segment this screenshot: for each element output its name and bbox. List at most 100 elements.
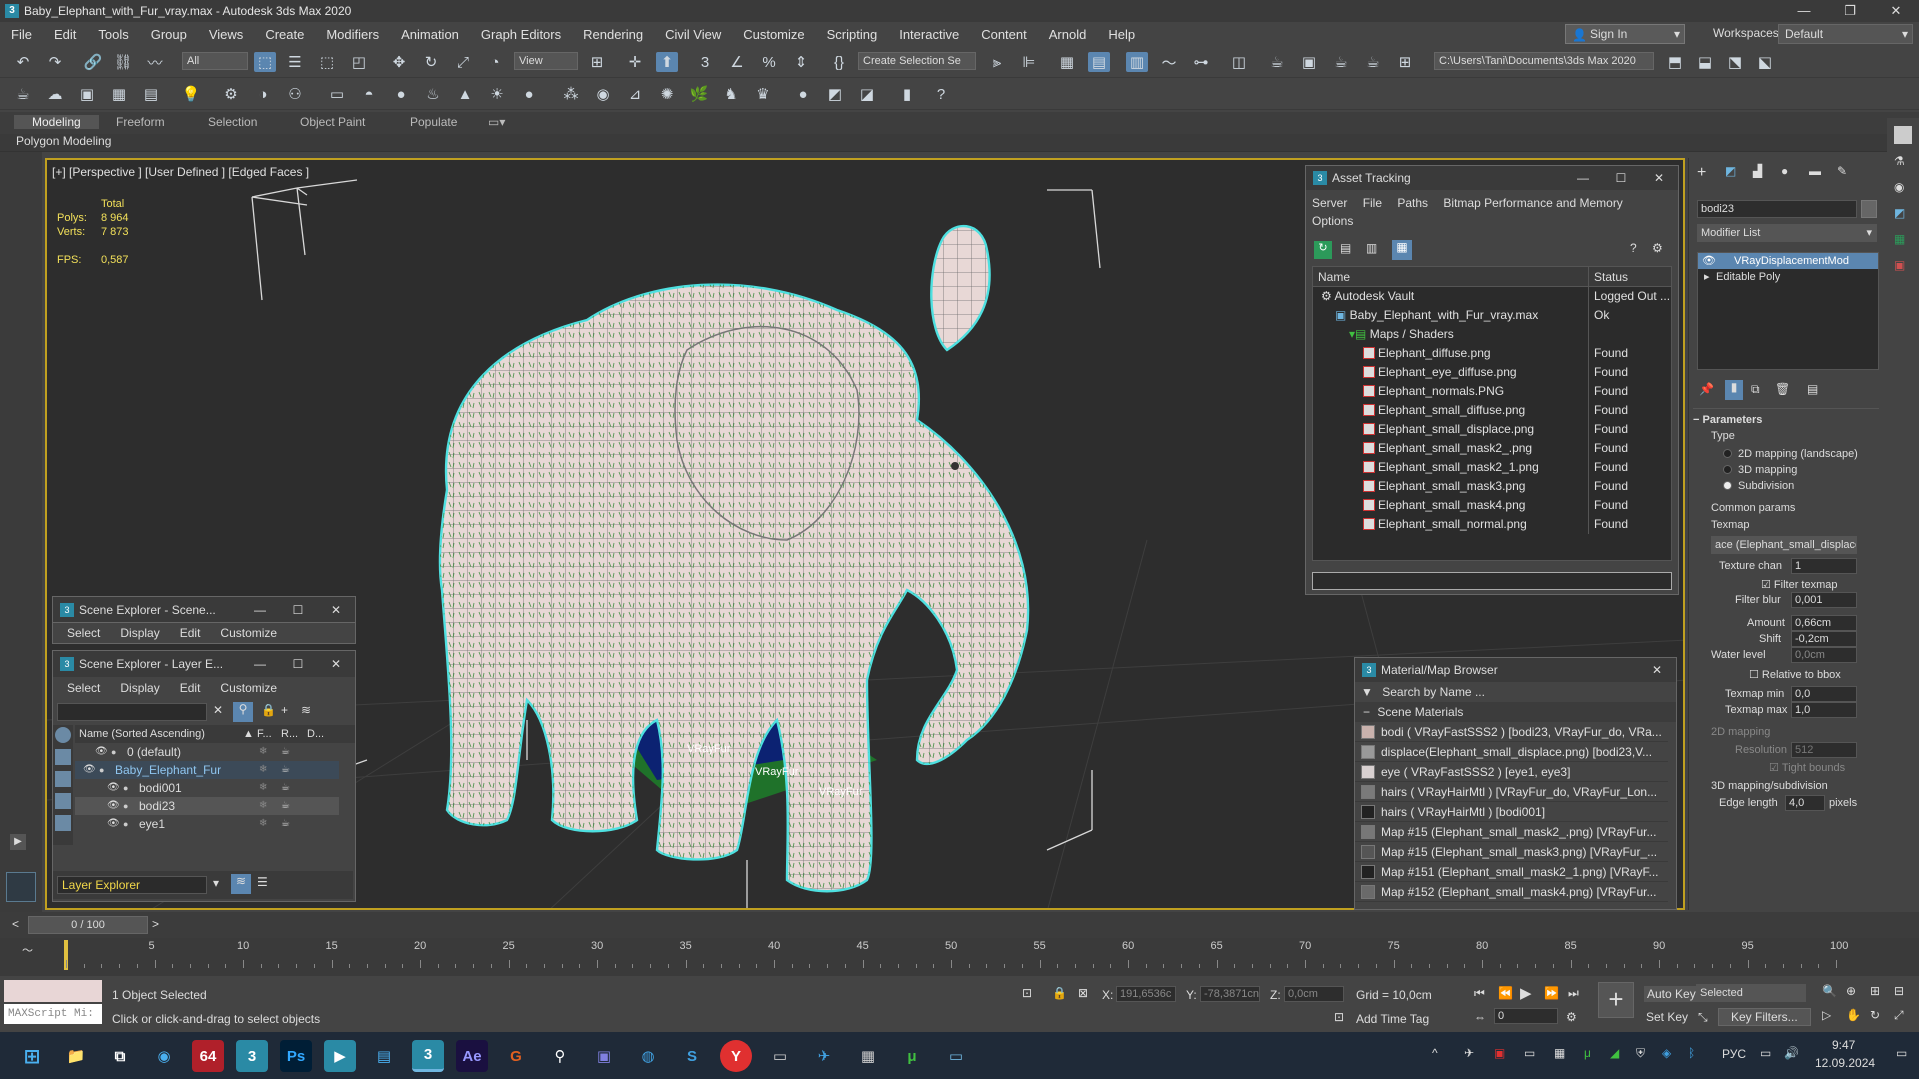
vray-mesh-icon[interactable]: ♛ [752,84,774,104]
next-frame-icon[interactable]: ⏩ [1544,986,1559,1000]
toggle-scene-explorer-icon[interactable]: ▦ [1056,52,1078,72]
menu-tools[interactable]: Tools [87,27,139,42]
asset-row[interactable]: Elephant_eye_diffuse.png Found [1313,363,1671,382]
bind-space-warp-icon[interactable]: 〰 [144,52,166,72]
visibility-eye-icon[interactable]: 👁 [107,815,120,833]
y-coordinate-field[interactable]: -78,3871cn [1200,986,1260,1002]
key-mode-dropdown[interactable]: Selected [1696,984,1806,1002]
percent-snap-icon[interactable]: % [758,52,780,72]
freeze-icon[interactable]: ❄ [259,743,267,761]
asset-row[interactable]: ⚙ Autodesk Vault Logged Out ... [1313,287,1671,306]
scale-icon[interactable]: ⤢ [452,52,474,72]
menu-animation[interactable]: Animation [390,27,470,42]
render-production-icon[interactable]: ☕ [1330,52,1352,72]
material-item[interactable]: Map #151 (Elephant_small_mask2_1.png) [V… [1355,862,1668,882]
tight-bounds-checkbox[interactable]: ☑ Tight bounds [1769,761,1845,774]
menu-modifiers[interactable]: Modifiers [315,27,390,42]
archive-icon[interactable]: ▣ [588,1040,620,1072]
collapse-arrow-icon[interactable]: ▼ [1361,685,1373,699]
material-item[interactable]: bodi ( VRayFastSSS2 ) [bodi23, VRayFur_d… [1355,722,1668,742]
curve-editor-icon[interactable]: 〜 [1158,52,1180,72]
table-icon[interactable]: ▤ [140,84,162,104]
schematic-view-icon[interactable]: ⊶ [1190,52,1212,72]
menu-customize[interactable]: Customize [732,27,815,42]
redo-icon[interactable]: ↷ [44,52,66,72]
display-lights-icon[interactable] [55,771,71,787]
render-icon[interactable]: ▣ [1894,258,1905,272]
tray-shield-icon[interactable]: ⛨ [1636,1046,1645,1061]
display-helpers-icon[interactable] [55,815,71,831]
stack-item-editable-poly[interactable]: ▸ Editable Poly [1698,269,1878,285]
link-icon[interactable]: 🔗 [82,52,104,72]
lock-icon[interactable]: 🔒 [261,703,276,717]
material-item[interactable]: hairs ( VRayHairMtl ) [VRayFur_do, VRayF… [1355,782,1668,802]
time-slider[interactable]: < 0 / 100 > [0,912,1919,938]
move-icon[interactable]: ✥ [388,52,410,72]
vray-frame-buffer-icon[interactable]: ⚇ [284,84,306,104]
selection-lock-icon[interactable]: 🔒 [1052,986,1067,1000]
zoom-icon[interactable]: 🔍 [1822,984,1837,998]
menu-create[interactable]: Create [254,27,315,42]
material-library-icon[interactable]: ◪ [856,84,878,104]
set-keys-button[interactable]: + [1598,982,1634,1018]
close-button[interactable]: ✕ [1873,0,1919,22]
search-by-name-input[interactable]: Search by Name ... [1382,685,1485,699]
app-g-icon[interactable]: G [500,1040,532,1072]
viewport-label[interactable]: [+] [Perspective ] [User Defined ] [Edge… [52,165,309,179]
menu-scripting[interactable]: Scripting [816,27,889,42]
texmap-button[interactable]: ace (Elephant_small_displace. [1711,536,1857,554]
material-item[interactable]: displace(Elephant_small_displace.png) [b… [1355,742,1668,762]
detail-view-icon[interactable]: ▥ [1366,241,1377,255]
stack-item-vray-displacement[interactable]: 👁 VRayDisplacementMod [1698,253,1878,269]
material-editor-icon[interactable]: ◫ [1228,52,1250,72]
pivot-center-icon[interactable]: ⊞ [586,52,608,72]
tab-object-paint[interactable]: Object Paint [300,115,365,129]
object-color-swatch[interactable] [1861,200,1877,218]
material-item[interactable]: Map #152 (Elephant_small_mask4.png) [VRa… [1355,882,1668,902]
minimize-button[interactable]: — [1781,0,1827,22]
globe-icon[interactable]: ◉ [1894,180,1904,194]
ribbon-options-icon[interactable]: ▭▾ [488,115,505,129]
menu-civil-view[interactable]: Civil View [654,27,732,42]
menu-views[interactable]: Views [198,27,254,42]
hierarchy-mode-icon[interactable]: ☰ [257,875,268,889]
expand-arrow-icon[interactable]: − [1363,705,1370,719]
notepad-icon[interactable]: ▤ [368,1040,400,1072]
vray-icon[interactable]: ⚙ [220,84,242,104]
task-view-icon[interactable]: ⧉ [104,1040,136,1072]
shift-spinner[interactable]: -0,2cm [1791,631,1857,647]
texture-chan-spinner[interactable]: 1 [1791,558,1857,574]
minimize-button[interactable]: — [241,651,279,677]
asset-row[interactable]: Elephant_small_mask3.png Found [1313,477,1671,496]
time-configuration-icon[interactable]: ⚙ [1566,1010,1577,1024]
configure-sets-icon[interactable]: ▤ [1807,382,1818,396]
z-coordinate-field[interactable]: 0,0cm [1284,986,1344,1002]
material-browser-titlebar[interactable]: 3 Material/Map Browser ✕ [1355,658,1676,682]
dome-icon[interactable]: ◓ [358,84,380,104]
asset-row[interactable]: ▣ Baby_Elephant_with_Fur_vray.max Ok [1313,306,1671,325]
explorer-row[interactable]: 👁 ● bodi001 ❄ ☕ [75,779,339,797]
tray-telegram-icon[interactable]: ✈ [1464,1046,1474,1060]
checker-icon[interactable] [1894,126,1912,144]
freeze-icon[interactable]: ❄ [259,761,267,779]
filter-texmap-checkbox[interactable]: ☑ Filter texmap [1761,578,1838,591]
tray-media-icon[interactable]: ▦ [1554,1046,1565,1060]
layer-mode-icon[interactable]: ≋ [231,874,251,894]
col-name-sorted[interactable]: Name (Sorted Ascending) [79,725,205,743]
asset-row[interactable]: Elephant_small_normal.png Found [1313,515,1671,534]
se1-menu-select[interactable]: Select [67,626,100,640]
type-2d-radio[interactable]: 2D mapping (landscape) [1723,448,1858,460]
create-project-icon[interactable]: ⬔ [1724,52,1746,72]
amount-spinner[interactable]: 0,66cm [1791,615,1857,631]
unlink-icon[interactable]: ⛓ [112,52,134,72]
tray-chevron-icon[interactable]: ^ [1432,1046,1438,1060]
create-tab-icon[interactable]: + [1697,164,1706,182]
material-item[interactable]: eye ( VRayFastSSS2 ) [eye1, eye3] [1355,762,1668,782]
play-icon[interactable]: ▶ [1520,984,1532,1002]
maxscript-listener[interactable] [4,980,102,1002]
polygon-modeling-label[interactable]: Polygon Modeling [16,134,111,148]
track-bar[interactable]: 〜 5 10 15 20 25 30 35 40 45 50 55 60 65 70 75 80 85 90 95 1… [0,938,1919,976]
close-button[interactable]: ✕ [1640,166,1678,190]
chrome-icon[interactable]: ◉ [148,1040,180,1072]
display-geometry-icon[interactable] [55,749,71,765]
